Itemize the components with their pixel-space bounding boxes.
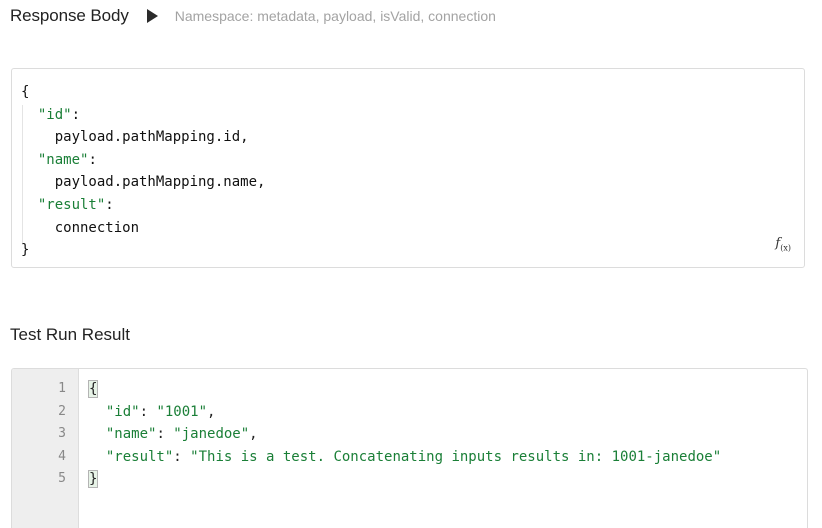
test-run-title: Test Run Result xyxy=(10,325,130,344)
test-run-editor[interactable]: 1 2 3 4 5 { "id": "1001", "name": "janed… xyxy=(11,368,808,528)
code-value: payload.pathMapping.name, xyxy=(54,174,266,191)
line-number: 3 xyxy=(58,426,66,442)
response-body-title: Response Body xyxy=(10,6,129,25)
response-body-header: Response Body Namespace: metadata, paylo… xyxy=(10,4,496,28)
code-key: "id" xyxy=(37,106,72,123)
line-number: 5 xyxy=(58,471,66,487)
code-value: "janedoe" xyxy=(173,426,250,443)
line-number-gutter: 1 2 3 4 5 xyxy=(12,369,79,528)
open-brace: { xyxy=(21,84,30,100)
close-brace: } xyxy=(87,470,99,489)
fx-sub: (x) xyxy=(780,244,791,253)
code-value: "This is a test. Concatenating inputs re… xyxy=(190,448,722,465)
line-number: 1 xyxy=(58,381,66,396)
code-key: "name" xyxy=(105,426,157,443)
open-brace: { xyxy=(87,380,99,398)
code-value: connection xyxy=(54,219,140,236)
line-number: 4 xyxy=(58,448,66,464)
play-icon xyxy=(146,9,158,23)
namespace-hint: Namespace: metadata, payload, isValid, c… xyxy=(174,8,496,24)
response-body-editor[interactable]: { "id": payload.pathMapping.id, "name": … xyxy=(11,68,805,268)
response-body-code[interactable]: { "id": payload.pathMapping.id, "name": … xyxy=(21,81,265,262)
run-button[interactable] xyxy=(145,9,159,23)
code-value: payload.pathMapping.id, xyxy=(54,129,249,146)
line-number: 2 xyxy=(58,403,66,419)
test-run-code[interactable]: { "id": "1001", "name": "janedoe", "resu… xyxy=(87,378,722,491)
code-key: "id" xyxy=(105,403,140,420)
code-key: "result" xyxy=(105,448,174,465)
close-brace: } xyxy=(21,242,30,259)
code-key: "name" xyxy=(37,151,89,168)
code-key: "result" xyxy=(37,196,106,213)
code-value: "1001" xyxy=(156,403,208,420)
function-icon[interactable]: f(x) xyxy=(775,236,791,253)
